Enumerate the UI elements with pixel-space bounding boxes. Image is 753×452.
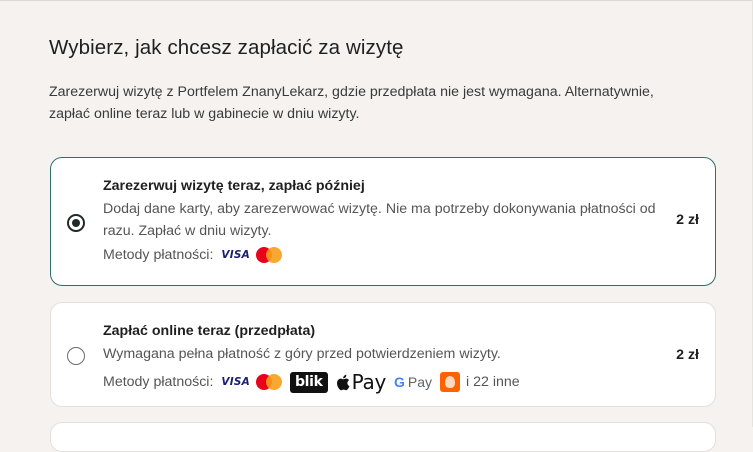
mastercard-icon (255, 374, 282, 390)
option-price: 2 zł (676, 212, 699, 228)
intro-text: Zarezerwuj wizytę z Portfelem ZnanyLekar… (49, 84, 654, 122)
apple-pay-label: Pay (351, 370, 387, 394)
option-title: Zapłać online teraz (przedpłata) (103, 323, 316, 339)
option-description: Wymagana pełna płatność z góry przed pot… (103, 346, 501, 362)
more-methods-text: i 22 inne (466, 374, 520, 390)
payment-option-prepay[interactable]: Zapłać online teraz (przedpłata) Wymagan… (50, 302, 716, 407)
apple-pay-icon: Pay (336, 370, 386, 394)
payment-methods-row: Metody płatności: VISA blik Pay G Pay i … (103, 370, 520, 394)
ing-icon (440, 372, 461, 392)
apple-icon (336, 374, 350, 390)
mastercard-icon (255, 247, 282, 263)
payment-option-pay-later[interactable]: Zarezerwuj wizytę teraz, zapłać później … (50, 157, 716, 286)
page-title: Wybierz, jak chcesz zapłacić za wizytę (49, 36, 404, 59)
payment-methods-row: Metody płatności: VISA (103, 247, 288, 263)
visa-icon: VISA (221, 249, 250, 261)
radio-selected[interactable] (67, 214, 85, 232)
option-price: 2 zł (676, 347, 699, 363)
payment-methods-label: Metody płatności: (103, 247, 214, 263)
radio-unselected[interactable] (67, 347, 85, 365)
top-divider (0, 0, 753, 1)
option-title: Zarezerwuj wizytę teraz, zapłać później (103, 178, 365, 194)
option-description: Dodaj dane karty, aby zarezerwować wizyt… (103, 201, 656, 239)
payment-methods-label: Metody płatności: (103, 374, 214, 390)
google-pay-label: Pay (407, 374, 433, 390)
google-pay-icon: G Pay (394, 374, 432, 390)
visa-icon: VISA (221, 376, 250, 388)
blik-icon: blik (289, 371, 328, 393)
google-g-icon: G (394, 374, 405, 390)
